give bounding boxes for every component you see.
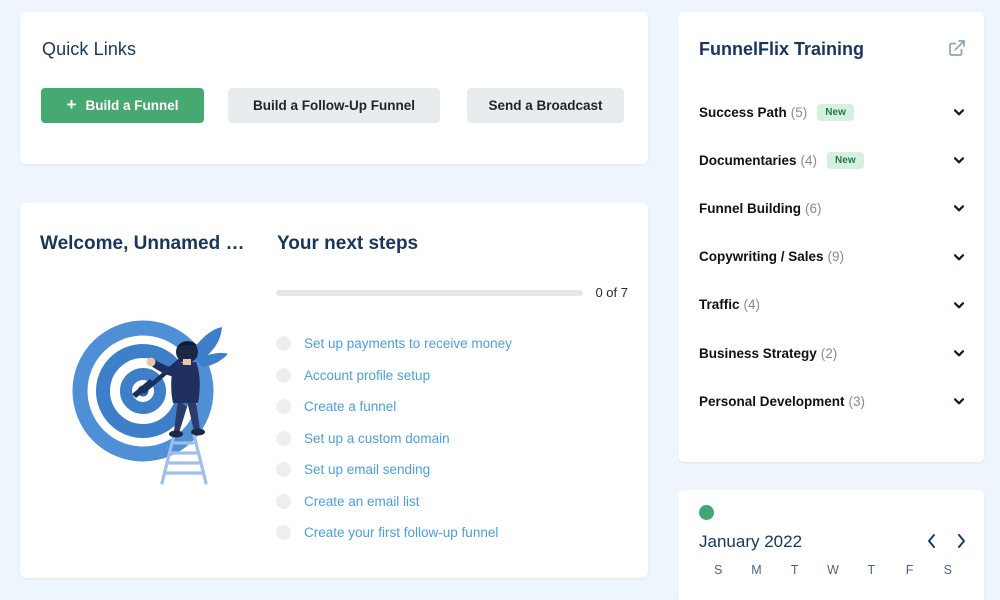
- funnelflix-category-row[interactable]: Personal Development (3): [678, 377, 984, 425]
- target-with-dart-illustration: [72, 320, 228, 485]
- calendar-day-name: W: [827, 563, 839, 577]
- calendar-header: January 2022: [699, 532, 967, 552]
- new-badge: New: [817, 103, 854, 121]
- plus-icon: +: [66, 95, 77, 114]
- next-step-item[interactable]: Account profile setup: [276, 360, 636, 392]
- chevron-down-icon[interactable]: [952, 201, 966, 215]
- calendar-day-name: S: [713, 563, 723, 577]
- calendar-day-name: T: [867, 563, 876, 577]
- next-step-label: Create your first follow-up funnel: [304, 525, 499, 541]
- next-step-label: Set up a custom domain: [304, 430, 450, 446]
- welcome-heading: Welcome, Unnamed …: [40, 233, 245, 254]
- step-checkbox-icon[interactable]: [276, 430, 291, 446]
- next-step-label: Account profile setup: [304, 367, 431, 383]
- chevron-down-icon[interactable]: [952, 298, 966, 312]
- next-step-item[interactable]: Create your first follow-up funnel: [276, 517, 636, 549]
- funnelflix-category-row[interactable]: Copywriting / Sales (9): [678, 233, 984, 281]
- step-checkbox-icon[interactable]: [276, 525, 291, 541]
- calendar-day-name: S: [943, 563, 953, 577]
- calendar-nav: [926, 533, 967, 552]
- funnelflix-category-count: (2): [820, 345, 838, 361]
- calendar-month-label: January 2022: [699, 532, 803, 551]
- quick-links-card: Quick Links + Build a Funnel Build a Fol…: [20, 12, 648, 164]
- funnelflix-category-count: (4): [800, 152, 818, 168]
- build-a-funnel-label: Build a Funnel: [85, 98, 179, 113]
- funnelflix-category-name: Documentaries: [699, 152, 797, 168]
- build-follow-up-funnel-button[interactable]: Build a Follow-Up Funnel: [228, 88, 440, 123]
- next-step-label: Set up email sending: [304, 462, 431, 478]
- next-step-item[interactable]: Set up email sending: [276, 454, 636, 486]
- funnelflix-category-row[interactable]: Business Strategy (2): [678, 329, 984, 377]
- funnelflix-category-name: Business Strategy: [699, 345, 817, 361]
- next-step-label: Create an email list: [304, 493, 420, 509]
- calendar-day-name-row: SMTWTFS: [699, 563, 967, 577]
- next-step-item[interactable]: Create a funnel: [276, 391, 636, 423]
- quick-links-title: Quick Links: [42, 39, 137, 59]
- status-dot-icon: [699, 505, 714, 520]
- funnelflix-category-name: Traffic: [699, 297, 740, 313]
- funnelflix-category-name: Funnel Building: [699, 200, 801, 216]
- funnelflix-category-count: (3): [848, 393, 866, 409]
- calendar-card: January 2022 S M T W T F S: [678, 490, 984, 600]
- funnelflix-category-row[interactable]: Funnel Building (6): [678, 184, 984, 232]
- next-step-item[interactable]: Set up a custom domain: [276, 423, 636, 455]
- chevron-down-icon[interactable]: [952, 346, 966, 360]
- funnelflix-category-name: Personal Development: [699, 393, 845, 409]
- funnelflix-category-name: Success Path: [699, 104, 787, 120]
- progress-label: 0 of 7: [595, 285, 628, 300]
- funnelflix-category-row[interactable]: Success Path (5) New: [678, 88, 984, 136]
- funnelflix-header: FunnelFlix Training: [699, 39, 966, 62]
- welcome-next-steps-card: Welcome, Unnamed … Your next steps 0 of …: [20, 203, 648, 578]
- dashboard-page: Quick Links + Build a Funnel Build a Fol…: [0, 0, 1000, 600]
- funnelflix-training-card: FunnelFlix Training Success Path (5) New Do…: [678, 12, 984, 462]
- external-link-icon[interactable]: [948, 39, 966, 62]
- next-steps-heading: Your next steps: [277, 233, 419, 254]
- next-step-label: Create a funnel: [304, 399, 397, 415]
- calendar-day-name: F: [905, 563, 914, 577]
- step-checkbox-icon[interactable]: [276, 367, 291, 383]
- funnelflix-category-list: Success Path (5) New Documentaries (4) New Fun…: [678, 88, 984, 425]
- calendar-next-month-button[interactable]: [956, 533, 967, 552]
- funnelflix-category-count: (5): [790, 104, 808, 120]
- send-a-broadcast-button[interactable]: Send a Broadcast: [467, 88, 624, 123]
- progress-bar-track: [276, 289, 584, 296]
- build-a-funnel-button[interactable]: + Build a Funnel: [41, 88, 204, 123]
- next-steps-list: Set up payments to receive money Account …: [276, 328, 636, 549]
- send-a-broadcast-label: Send a Broadcast: [488, 98, 603, 113]
- quick-links-button-group: + Build a Funnel Build a Follow-Up Funne…: [41, 88, 624, 123]
- chevron-down-icon[interactable]: [952, 153, 966, 167]
- calendar-prev-month-button[interactable]: [926, 533, 937, 552]
- funnelflix-category-name: Copywriting / Sales: [699, 249, 824, 265]
- funnelflix-category-count: (4): [743, 297, 761, 313]
- calendar-day-name: M: [751, 563, 762, 577]
- funnelflix-title: FunnelFlix Training: [699, 39, 865, 59]
- step-checkbox-icon[interactable]: [276, 399, 291, 415]
- next-step-label: Set up payments to receive money: [304, 336, 512, 352]
- next-step-item[interactable]: Create an email list: [276, 486, 636, 518]
- step-checkbox-icon[interactable]: [276, 462, 291, 478]
- next-step-item[interactable]: Set up payments to receive money: [276, 328, 636, 360]
- step-checkbox-icon[interactable]: [276, 336, 291, 352]
- build-follow-up-funnel-label: Build a Follow-Up Funnel: [253, 98, 415, 113]
- next-steps-progress: 0 of 7: [276, 285, 628, 300]
- chevron-down-icon[interactable]: [952, 394, 966, 408]
- calendar-day-name: T: [790, 563, 799, 577]
- chevron-down-icon[interactable]: [952, 250, 966, 264]
- chevron-down-icon[interactable]: [952, 105, 966, 119]
- funnelflix-category-count: (9): [827, 249, 845, 265]
- step-checkbox-icon[interactable]: [276, 493, 291, 509]
- new-badge: New: [827, 151, 864, 169]
- funnelflix-category-row[interactable]: Documentaries (4) New: [678, 136, 984, 184]
- funnelflix-category-count: (6): [804, 200, 822, 216]
- funnelflix-category-row[interactable]: Traffic (4): [678, 281, 984, 329]
